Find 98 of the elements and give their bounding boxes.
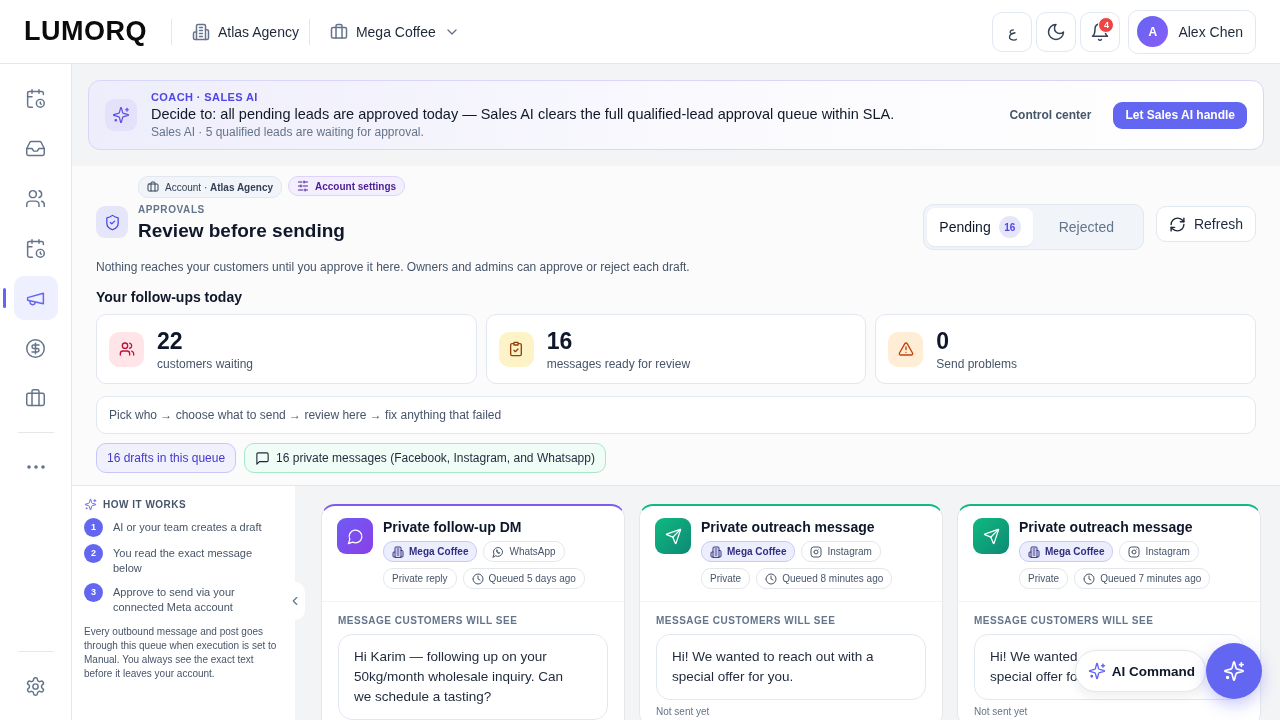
bell-icon (1090, 21, 1111, 42)
building-icon (710, 545, 722, 558)
queued-tag: Queued 8 minutes ago (756, 568, 893, 589)
sparkles-icon (1223, 660, 1245, 682)
agency-selector[interactable]: Atlas Agency (192, 22, 299, 41)
section-label: MESSAGE CUSTOMERS WILL SEE (974, 615, 1155, 626)
type-tag: Private (701, 568, 751, 589)
instagram-icon (1128, 545, 1141, 558)
refresh-button[interactable]: Refresh (1155, 206, 1256, 242)
section-eyebrow: APPROVALS (138, 204, 206, 215)
sliders-icon (297, 180, 309, 192)
users-icon (25, 187, 46, 209)
stat-label: customers waiting (157, 356, 254, 371)
briefcase-icon (329, 22, 348, 41)
logo[interactable]: LUMORQ (24, 16, 147, 47)
queued-tag: Queued 7 minutes ago (1074, 568, 1211, 589)
stat-label: Send problems (936, 356, 1018, 371)
sparkles-icon (1087, 662, 1106, 680)
panel-title: HOW IT WORKS (103, 499, 187, 510)
building-icon (1028, 545, 1040, 558)
clock-icon (471, 572, 484, 585)
briefcase-icon (147, 181, 159, 193)
section-heading: Your follow-ups today (96, 289, 243, 305)
tab[interactable]: Pending 16 (927, 208, 1033, 246)
account-tag: Mega Coffee (701, 541, 796, 562)
whatsapp-icon (492, 545, 505, 558)
message-icon (255, 450, 271, 466)
clock-icon (1083, 572, 1096, 585)
instagram-icon (810, 545, 823, 558)
shield-check-icon (103, 213, 121, 231)
user-menu[interactable]: A Alex Chen (1128, 9, 1256, 54)
step-number: 2 (84, 544, 103, 563)
stat-value: 22 (157, 327, 184, 355)
stat-label: messages ready for review (546, 356, 691, 371)
type-tag: Private reply (383, 568, 457, 589)
building-icon (392, 545, 404, 558)
language-button[interactable]: ع (992, 11, 1033, 52)
queued-tag: Queued 5 days ago (462, 568, 585, 589)
channel-tag: WhatsApp (483, 541, 565, 562)
stat-value: 0 (936, 327, 951, 355)
clipboard-check-icon (508, 341, 525, 357)
step-text: AI or your team creates a draft (113, 520, 262, 535)
warning-icon (897, 341, 914, 357)
avatar: A (1137, 16, 1169, 47)
message-preview: Hi! We wanted to reach out with a special offer for you. (656, 634, 926, 700)
queue-badge: 16 drafts in this queue (96, 443, 237, 473)
calendar-clock-icon (25, 87, 46, 109)
coach-label: COACH · SALES AI (151, 91, 259, 103)
type-tag: Private (1019, 568, 1069, 589)
send-status: Not sent yet (974, 706, 1029, 719)
workflow-steps: Pick who → choose what to send → review here → fix anything that failed (96, 396, 1256, 434)
users-icon (118, 341, 135, 357)
tab[interactable]: Rejected (1032, 208, 1140, 246)
clock-icon (765, 572, 778, 585)
briefcase-icon (25, 387, 46, 409)
send-status: Not sent yet (656, 706, 711, 719)
theme-button[interactable] (1036, 11, 1077, 52)
account-chip: Account · Atlas Agency (138, 176, 282, 198)
account-settings-chip[interactable]: Account settings (288, 176, 406, 196)
delegate-button[interactable]: Let Sales AI handle (1113, 101, 1247, 129)
page-description: Nothing reaches your customers until you approve it here. Owners and admins can approve or reject each draft. (96, 260, 691, 274)
card-title: Private follow-up DM (383, 519, 523, 535)
settings-icon (25, 675, 46, 697)
account-tag: Mega Coffee (383, 541, 478, 562)
channel-tag: Instagram (1119, 541, 1199, 562)
refresh-icon (1168, 215, 1186, 233)
calendar-clock-icon (25, 237, 46, 259)
account-tag: Mega Coffee (1019, 541, 1114, 562)
message-preview: Hi Karim — following up on your 50kg/month wholesale inquiry. Can we schedule a tasting? (338, 634, 608, 720)
coach-message: Decide to: all pending leads are approved today — Sales AI clears the full qualified-lead approval queue within SLA. (151, 106, 896, 122)
page-title: Review before sending (138, 220, 345, 242)
chat-bubble-icon (346, 527, 364, 545)
step-text: Approve to send via your connected Meta account (113, 585, 236, 615)
step-number: 3 (84, 583, 103, 602)
brand-selector[interactable]: Mega Coffee (329, 22, 460, 41)
more-icon (26, 465, 45, 469)
building-icon (192, 22, 210, 41)
send-icon (982, 527, 1000, 545)
send-icon (664, 527, 682, 545)
dollar-icon (25, 337, 46, 359)
queue-badge: 16 private messages (Facebook, Instagram, and Whatsapp) (244, 443, 606, 473)
moon-icon (1046, 21, 1067, 42)
section-label: MESSAGE CUSTOMERS WILL SEE (656, 615, 837, 626)
section-label: MESSAGE CUSTOMERS WILL SEE (338, 615, 519, 626)
control-center-link[interactable]: Control center (1009, 108, 1092, 122)
tab-count: 16 (998, 216, 1021, 238)
coach-detail: Sales AI · 5 qualified leads are waiting for approval. (151, 125, 425, 139)
step-number: 1 (84, 518, 103, 537)
card-title: Private outreach message (1019, 519, 1194, 535)
channel-tag: Instagram (801, 541, 881, 562)
panel-note: Every outbound message and post goes through this queue when execution is set to Manual. You always see the exact text before it leaves your account. (84, 625, 278, 681)
sparkles-glyph (112, 106, 130, 124)
notifications-button[interactable]: 4 (1080, 11, 1121, 52)
stat-value: 16 (546, 327, 574, 355)
step-text: You read the exact message below (113, 546, 254, 576)
card-title: Private outreach message (701, 519, 876, 535)
sparkles-icon (84, 498, 97, 511)
notification-count: 4 (1098, 16, 1115, 33)
